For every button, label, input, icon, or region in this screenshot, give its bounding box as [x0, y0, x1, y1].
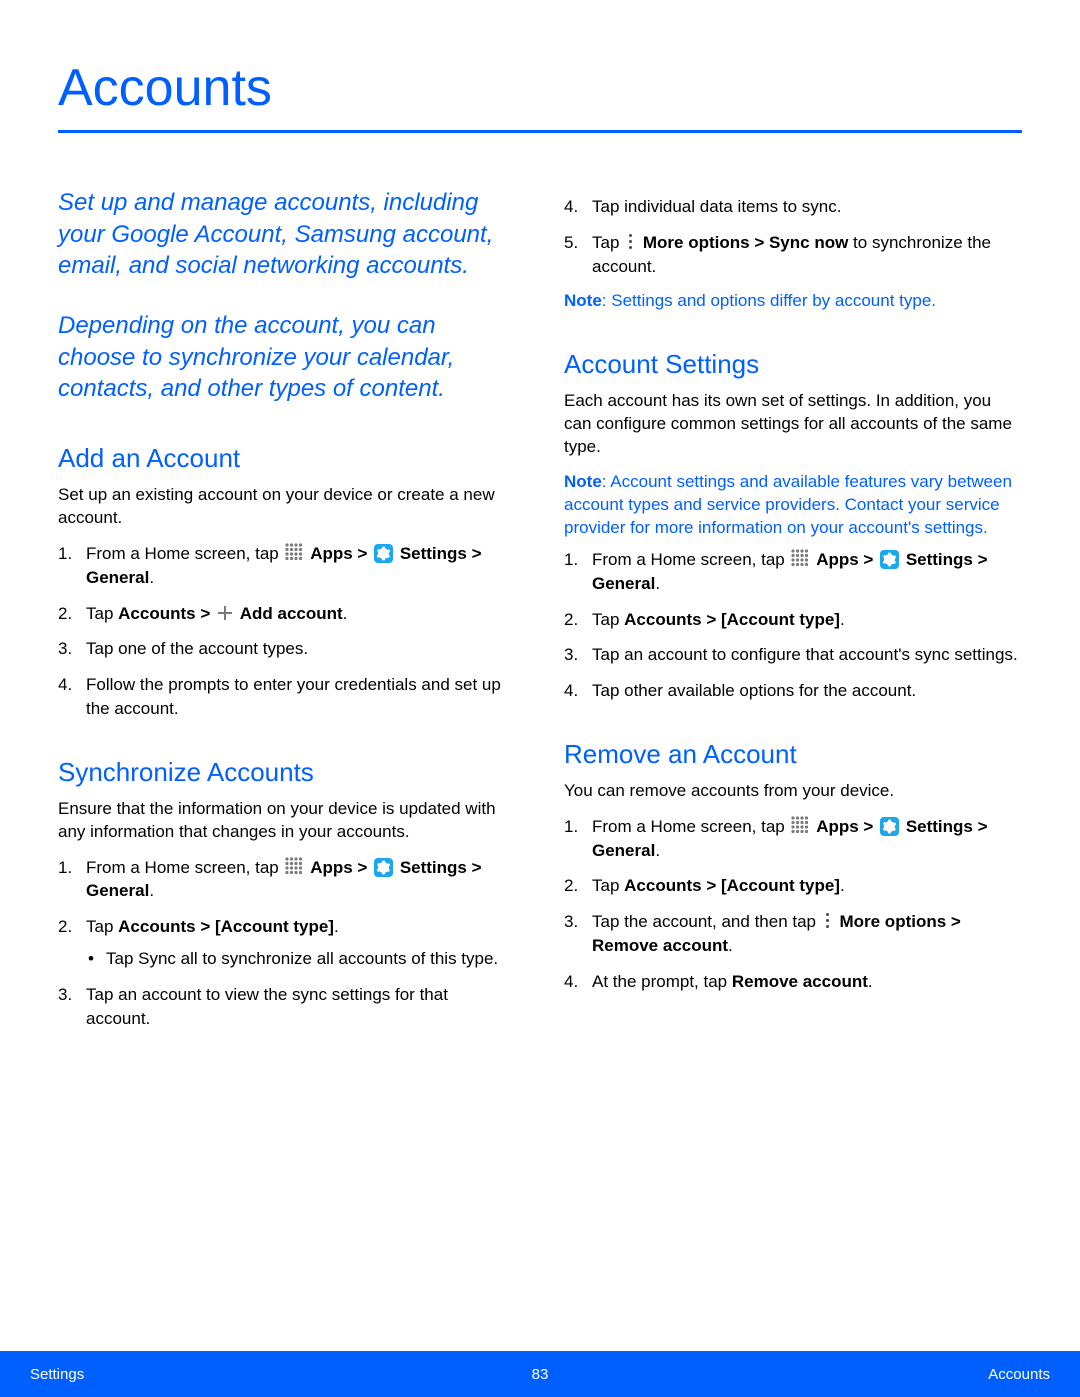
step: Tap other available options for the acco… [564, 679, 1022, 703]
text: From a Home screen, tap [592, 817, 789, 836]
step: At the prompt, tap Remove account. [564, 970, 1022, 994]
text-bold: Apps > [816, 817, 878, 836]
step: Tap an account to view the sync settings… [58, 983, 516, 1031]
settings-gear-icon [374, 858, 393, 877]
text: Tap the account, and then tap [592, 912, 821, 931]
step: From a Home screen, tap Apps > Se [58, 542, 516, 590]
step: Tap Accounts > [Account type]. [564, 874, 1022, 898]
text-bold: Apps > [310, 544, 372, 563]
heading-add-account: Add an Account [58, 443, 516, 474]
text: . [655, 574, 660, 593]
text: . [840, 876, 845, 895]
text: . [149, 881, 154, 900]
note-label: Note [564, 291, 602, 310]
step: Tap the account, and then tap More optio… [564, 910, 1022, 958]
right-column: Tap individual data items to sync. Tap M… [564, 187, 1022, 1042]
note-acct-settings: Note: Account settings and available fea… [564, 471, 1022, 540]
sub-bullet: Tap Sync all to synchronize all accounts… [86, 947, 516, 971]
text: Tap [592, 233, 624, 252]
text: Tap [592, 876, 624, 895]
text: . [728, 936, 733, 955]
text: From a Home screen, tap [592, 550, 789, 569]
text: At the prompt, tap [592, 972, 732, 991]
sync-lead: Ensure that the information on your devi… [58, 798, 516, 844]
text-bold: Remove account [732, 972, 868, 991]
sync-steps: From a Home screen, tap Apps > Se [58, 856, 516, 1031]
text: From a Home screen, tap [86, 858, 283, 877]
text-bold: Accounts > [118, 604, 215, 623]
text-bold: More options > Sync now [643, 233, 848, 252]
text-bold: Apps > [310, 858, 372, 877]
more-options-icon [626, 233, 636, 251]
more-options-icon [823, 912, 833, 930]
page-content: Accounts Set up and manage accounts, inc… [0, 0, 1080, 1042]
left-column: Set up and manage accounts, including yo… [58, 187, 516, 1042]
text: Tap [592, 610, 624, 629]
apps-grid-icon [791, 816, 809, 834]
text: . [343, 604, 348, 623]
text: . [149, 568, 154, 587]
heading-account-settings: Account Settings [564, 349, 1022, 380]
text: . [868, 972, 873, 991]
footer-left: Settings [30, 1366, 84, 1383]
step: Tap More options > Sync now to synchroni… [564, 231, 1022, 279]
step: Tap Accounts > [Account type]. Tap Sync … [58, 915, 516, 971]
text: Tap [86, 917, 118, 936]
step: Tap one of the account types. [58, 637, 516, 661]
text: . [840, 610, 845, 629]
text-bold: Accounts > [Account type] [624, 610, 840, 629]
acct-settings-lead: Each account has its own set of settings… [564, 390, 1022, 459]
intro-paragraph-2: Depending on the account, you can choose… [58, 310, 516, 405]
sub-bullets: Tap Sync all to synchronize all accounts… [86, 947, 516, 971]
note-text: : Account settings and available feature… [564, 472, 1012, 537]
step: Tap Accounts > Add account. [58, 602, 516, 626]
note-label: Note [564, 472, 602, 491]
remove-lead: You can remove accounts from your device… [564, 780, 1022, 803]
page-footer: Settings 83 Accounts [0, 1351, 1080, 1397]
add-account-steps: From a Home screen, tap Apps > Se [58, 542, 516, 721]
step: Tap individual data items to sync. [564, 195, 1022, 219]
text: Tap [86, 604, 118, 623]
add-account-lead: Set up an existing account on your devic… [58, 484, 516, 530]
step: Tap an account to configure that account… [564, 643, 1022, 667]
heading-remove-account: Remove an Account [564, 739, 1022, 770]
step: From a Home screen, tap Apps > Se [564, 548, 1022, 596]
plus-icon [217, 605, 233, 621]
note-text: : Settings and options differ by account… [602, 291, 936, 310]
text-bold: Accounts > [Account type] [118, 917, 334, 936]
step: Follow the prompts to enter your credent… [58, 673, 516, 721]
text: From a Home screen, tap [86, 544, 283, 563]
text-bold: Add account [240, 604, 343, 623]
step: From a Home screen, tap Apps > Se [564, 815, 1022, 863]
footer-right: Accounts [988, 1366, 1050, 1383]
settings-gear-icon [374, 544, 393, 563]
text-bold: Accounts > [Account type] [624, 876, 840, 895]
apps-grid-icon [791, 549, 809, 567]
settings-gear-icon [880, 550, 899, 569]
settings-gear-icon [880, 817, 899, 836]
note-sync: Note: Settings and options differ by acc… [564, 290, 1022, 313]
footer-page-number: 83 [532, 1366, 549, 1383]
page-title: Accounts [58, 58, 1022, 133]
text: . [655, 841, 660, 860]
sync-steps-continued: Tap individual data items to sync. Tap M… [564, 195, 1022, 278]
apps-grid-icon [285, 857, 303, 875]
two-column-layout: Set up and manage accounts, including yo… [58, 187, 1022, 1042]
text: . [334, 917, 339, 936]
remove-steps: From a Home screen, tap Apps > Se [564, 815, 1022, 994]
acct-settings-steps: From a Home screen, tap Apps > Se [564, 548, 1022, 703]
text-bold: Apps > [816, 550, 878, 569]
step: Tap Accounts > [Account type]. [564, 608, 1022, 632]
heading-synchronize-accounts: Synchronize Accounts [58, 757, 516, 788]
intro-paragraph-1: Set up and manage accounts, including yo… [58, 187, 516, 282]
apps-grid-icon [285, 543, 303, 561]
step: From a Home screen, tap Apps > Se [58, 856, 516, 904]
